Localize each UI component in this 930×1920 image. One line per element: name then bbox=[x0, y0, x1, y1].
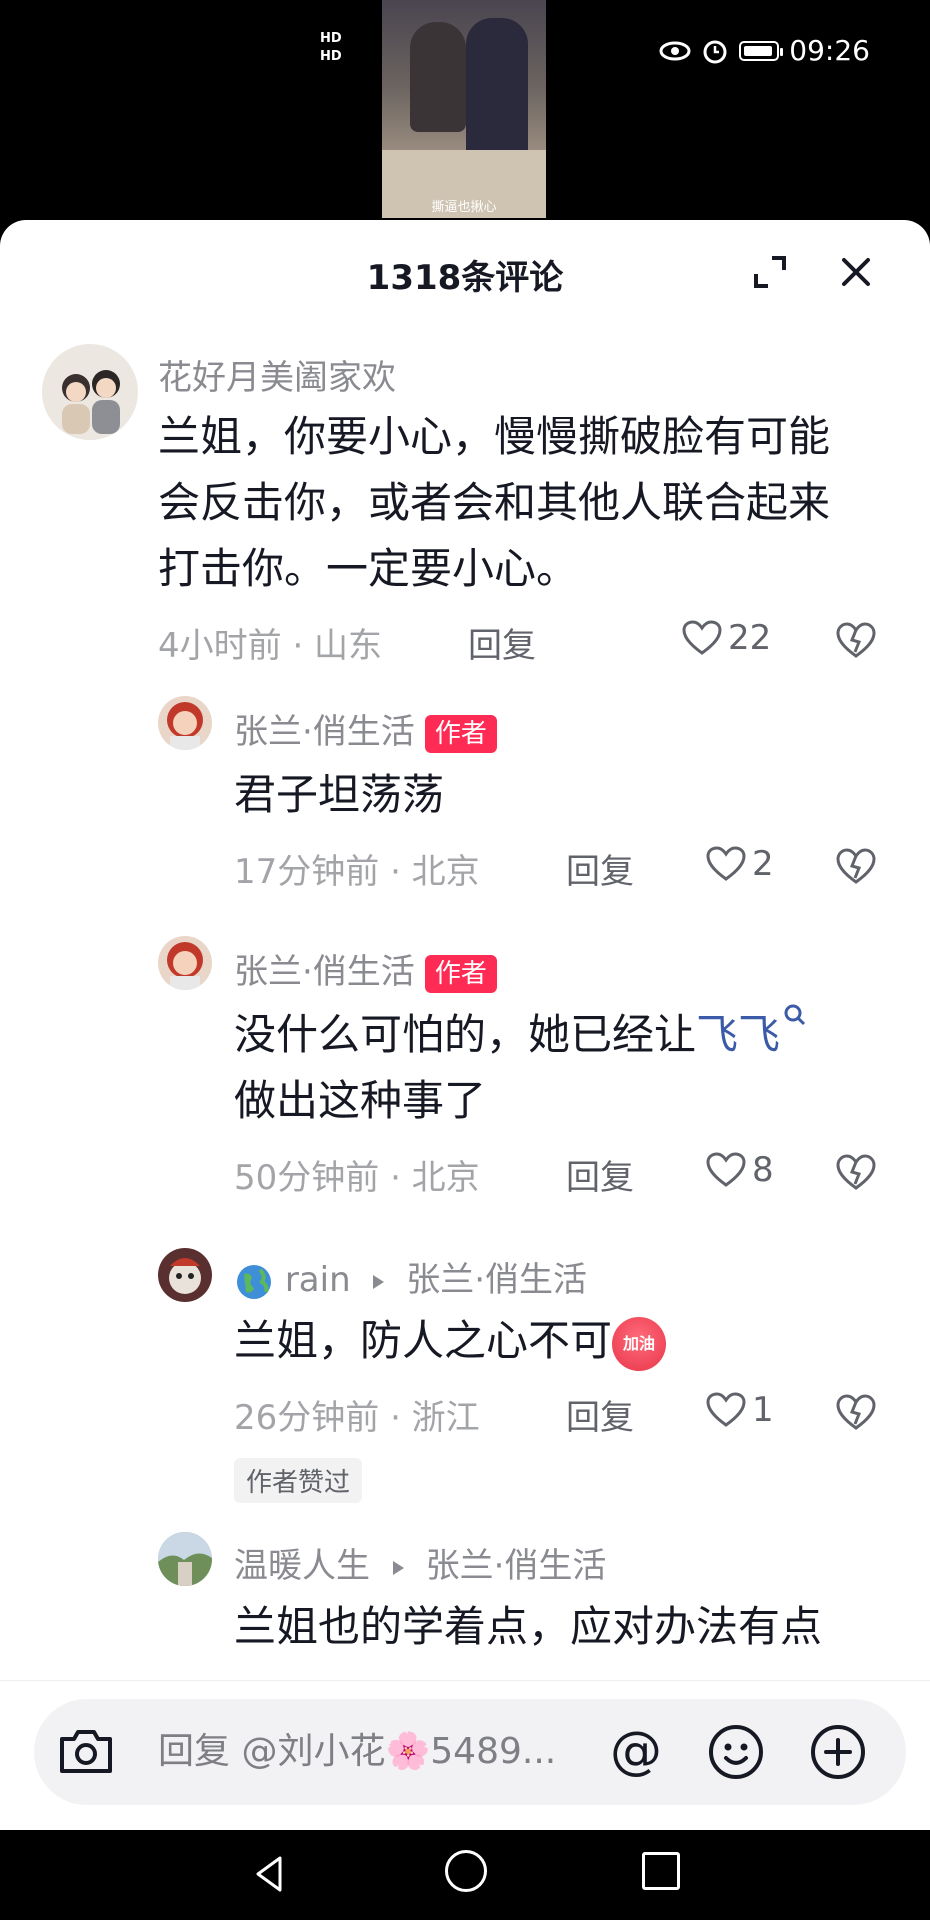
comment-input-placeholder: 回复 @刘小花🌸5489... bbox=[158, 1731, 557, 1772]
comment-username[interactable]: 张兰·俏生活 作者 bbox=[234, 944, 497, 993]
video-caption: 撕逼也揪心 bbox=[431, 200, 497, 215]
comment-input-bar: 回复 @刘小花🌸5489... @ bbox=[0, 1680, 930, 1831]
mention-icon[interactable]: @ bbox=[610, 1723, 662, 1779]
reply-arrow-icon bbox=[373, 1274, 385, 1289]
like-count: 1 bbox=[752, 1390, 774, 1430]
broken-heart-icon[interactable] bbox=[836, 846, 876, 886]
heart-icon bbox=[706, 1392, 746, 1427]
reply-button[interactable]: 回复 bbox=[468, 618, 536, 667]
network-hd-labels: HD HD bbox=[320, 31, 342, 64]
plus-icon[interactable] bbox=[806, 1720, 870, 1784]
comment-input[interactable]: 回复 @刘小花🌸5489... @ bbox=[34, 1699, 906, 1805]
comment-meta: 50分钟前 · 北京 bbox=[234, 1158, 480, 1198]
comment-text: 兰姐，你要小心，慢慢撕破脸有可能 会反击你，或者会和其他人联合起来 打击你。一定… bbox=[158, 412, 831, 593]
close-icon[interactable] bbox=[836, 252, 876, 292]
comment-username[interactable]: 张兰·俏生活 作者 bbox=[234, 704, 497, 753]
heart-icon bbox=[706, 1152, 746, 1187]
search-icon bbox=[784, 1004, 806, 1026]
like-button[interactable]: 22 bbox=[682, 618, 771, 658]
broken-heart-icon[interactable] bbox=[836, 620, 876, 660]
expand-icon[interactable] bbox=[750, 252, 790, 292]
emoji-icon[interactable] bbox=[704, 1720, 768, 1784]
like-count: 22 bbox=[728, 618, 772, 658]
reply-to-username[interactable]: 张兰·俏生活 bbox=[426, 1546, 607, 1586]
broken-heart-icon[interactable] bbox=[836, 1392, 876, 1432]
search-link[interactable]: 飞飞 bbox=[696, 1004, 808, 1059]
like-count: 2 bbox=[752, 844, 774, 884]
status-time: 09:26 bbox=[789, 34, 870, 67]
comment-count-title: 1318条评论 bbox=[366, 258, 564, 298]
broken-heart-icon[interactable] bbox=[836, 1152, 876, 1192]
avatar[interactable] bbox=[158, 1248, 212, 1302]
cheer-emoji-icon: 加油 bbox=[612, 1316, 667, 1371]
reply-to-username[interactable]: 张兰·俏生活 bbox=[406, 1260, 587, 1300]
comment-meta: 17分钟前 · 北京 bbox=[234, 852, 480, 892]
avatar[interactable] bbox=[158, 936, 212, 990]
comment-sheet: 1318条评论 花好月美阖家欢 兰姐，你要小心，慢慢撕破脸有可能 会反击你，或者… bbox=[0, 220, 930, 1830]
comment-text: 兰姐，防人之心不可 加油 bbox=[234, 1308, 667, 1374]
camera-icon[interactable] bbox=[54, 1719, 118, 1783]
recent-apps-icon[interactable] bbox=[642, 1852, 680, 1890]
comment-text: 兰姐也的学着点，应对办法有点 bbox=[234, 1602, 823, 1651]
heart-icon bbox=[706, 846, 746, 881]
comment-username[interactable]: rain 张兰·俏生活 bbox=[234, 1252, 587, 1302]
globe-icon bbox=[237, 1264, 271, 1299]
author-liked-tag: 作者赞过 bbox=[234, 1458, 363, 1503]
alarm-icon bbox=[703, 40, 727, 63]
comment-meta: 26分钟前 · 浙江 bbox=[234, 1398, 480, 1438]
comment-username[interactable]: 花好月美阖家欢 bbox=[158, 350, 396, 399]
avatar[interactable] bbox=[42, 344, 138, 440]
author-badge: 作者 bbox=[424, 714, 497, 753]
like-count: 8 bbox=[752, 1150, 774, 1190]
video-thumbnail[interactable]: 撕逼也揪心 bbox=[382, 0, 546, 218]
like-button[interactable]: 2 bbox=[706, 844, 774, 884]
comment-text: 没什么可怕的，她已经让飞飞 做出这种事了 bbox=[234, 1002, 874, 1134]
comment-username[interactable]: 温暖人生 张兰·俏生活 bbox=[234, 1538, 606, 1587]
avatar[interactable] bbox=[158, 696, 212, 750]
eye-icon bbox=[659, 41, 691, 60]
author-badge: 作者 bbox=[424, 954, 497, 993]
back-icon[interactable] bbox=[248, 1852, 292, 1896]
reply-button[interactable]: 回复 bbox=[566, 1390, 634, 1439]
like-button[interactable]: 1 bbox=[706, 1390, 774, 1430]
home-icon[interactable] bbox=[445, 1850, 487, 1892]
avatar[interactable] bbox=[158, 1532, 212, 1586]
status-bar: HD HD 撕逼也揪心 09:26 bbox=[0, 0, 930, 220]
reply-button[interactable]: 回复 bbox=[566, 1150, 634, 1199]
status-icons: 09:26 bbox=[659, 34, 870, 67]
comment-meta: 4小时前 · 山东 bbox=[158, 626, 383, 666]
reply-button[interactable]: 回复 bbox=[566, 844, 634, 893]
battery-icon bbox=[739, 40, 784, 61]
comment-text: 君子坦荡荡 bbox=[234, 770, 445, 819]
heart-icon bbox=[682, 620, 722, 655]
reply-arrow-icon bbox=[392, 1560, 404, 1575]
like-button[interactable]: 8 bbox=[706, 1150, 774, 1190]
system-nav-bar bbox=[0, 1830, 930, 1920]
sheet-header: 1318条评论 bbox=[0, 220, 930, 320]
